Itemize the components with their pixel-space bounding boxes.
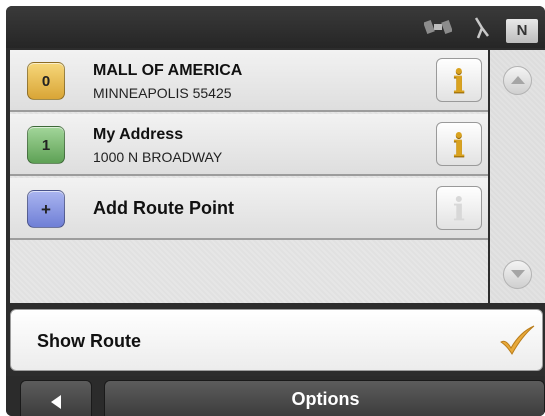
add-route-point-row[interactable]: + Add Route Point i xyxy=(10,178,488,240)
gps-signal-icon xyxy=(472,16,492,45)
info-icon[interactable]: i xyxy=(436,122,482,166)
chevron-up-icon[interactable] xyxy=(503,66,532,95)
chevron-down-icon[interactable] xyxy=(503,260,532,289)
show-route-button[interactable]: Show Route xyxy=(10,309,543,371)
bottom-toolbar: Options xyxy=(6,376,545,416)
route-point-index-badge: 1 xyxy=(27,126,65,164)
route-point-detail: 1000 N BROADWAY xyxy=(93,149,223,165)
back-arrow-icon xyxy=(51,395,61,409)
route-point-name: My Address xyxy=(93,126,184,143)
compass-north-button[interactable]: N xyxy=(506,19,538,43)
options-button[interactable]: Options xyxy=(104,380,545,416)
navigation-screen: N 0 MALL OF AMERICA MINNEAPOLIS 55425 i … xyxy=(6,6,545,416)
info-icon[interactable]: i xyxy=(436,58,482,102)
back-button[interactable] xyxy=(20,380,92,416)
empty-row xyxy=(10,242,488,304)
show-route-label: Show Route xyxy=(37,331,141,351)
scroll-bar xyxy=(490,50,545,303)
info-icon: i xyxy=(436,186,482,230)
route-point-name: Add Route Point xyxy=(93,198,234,218)
add-icon: + xyxy=(27,190,65,228)
route-point-name: MALL OF AMERICA xyxy=(93,62,243,79)
route-point-list: 0 MALL OF AMERICA MINNEAPOLIS 55425 i 1 … xyxy=(10,50,488,303)
options-label: Options xyxy=(291,389,360,409)
route-point-row[interactable]: 0 MALL OF AMERICA MINNEAPOLIS 55425 i xyxy=(10,50,488,112)
route-point-detail: MINNEAPOLIS 55425 xyxy=(93,85,232,101)
checkmark-icon xyxy=(498,324,536,361)
satellite-icon xyxy=(423,16,453,43)
route-point-index-badge: 0 xyxy=(27,62,65,100)
route-point-row[interactable]: 1 My Address 1000 N BROADWAY i xyxy=(10,114,488,176)
status-bar: N xyxy=(6,6,545,48)
